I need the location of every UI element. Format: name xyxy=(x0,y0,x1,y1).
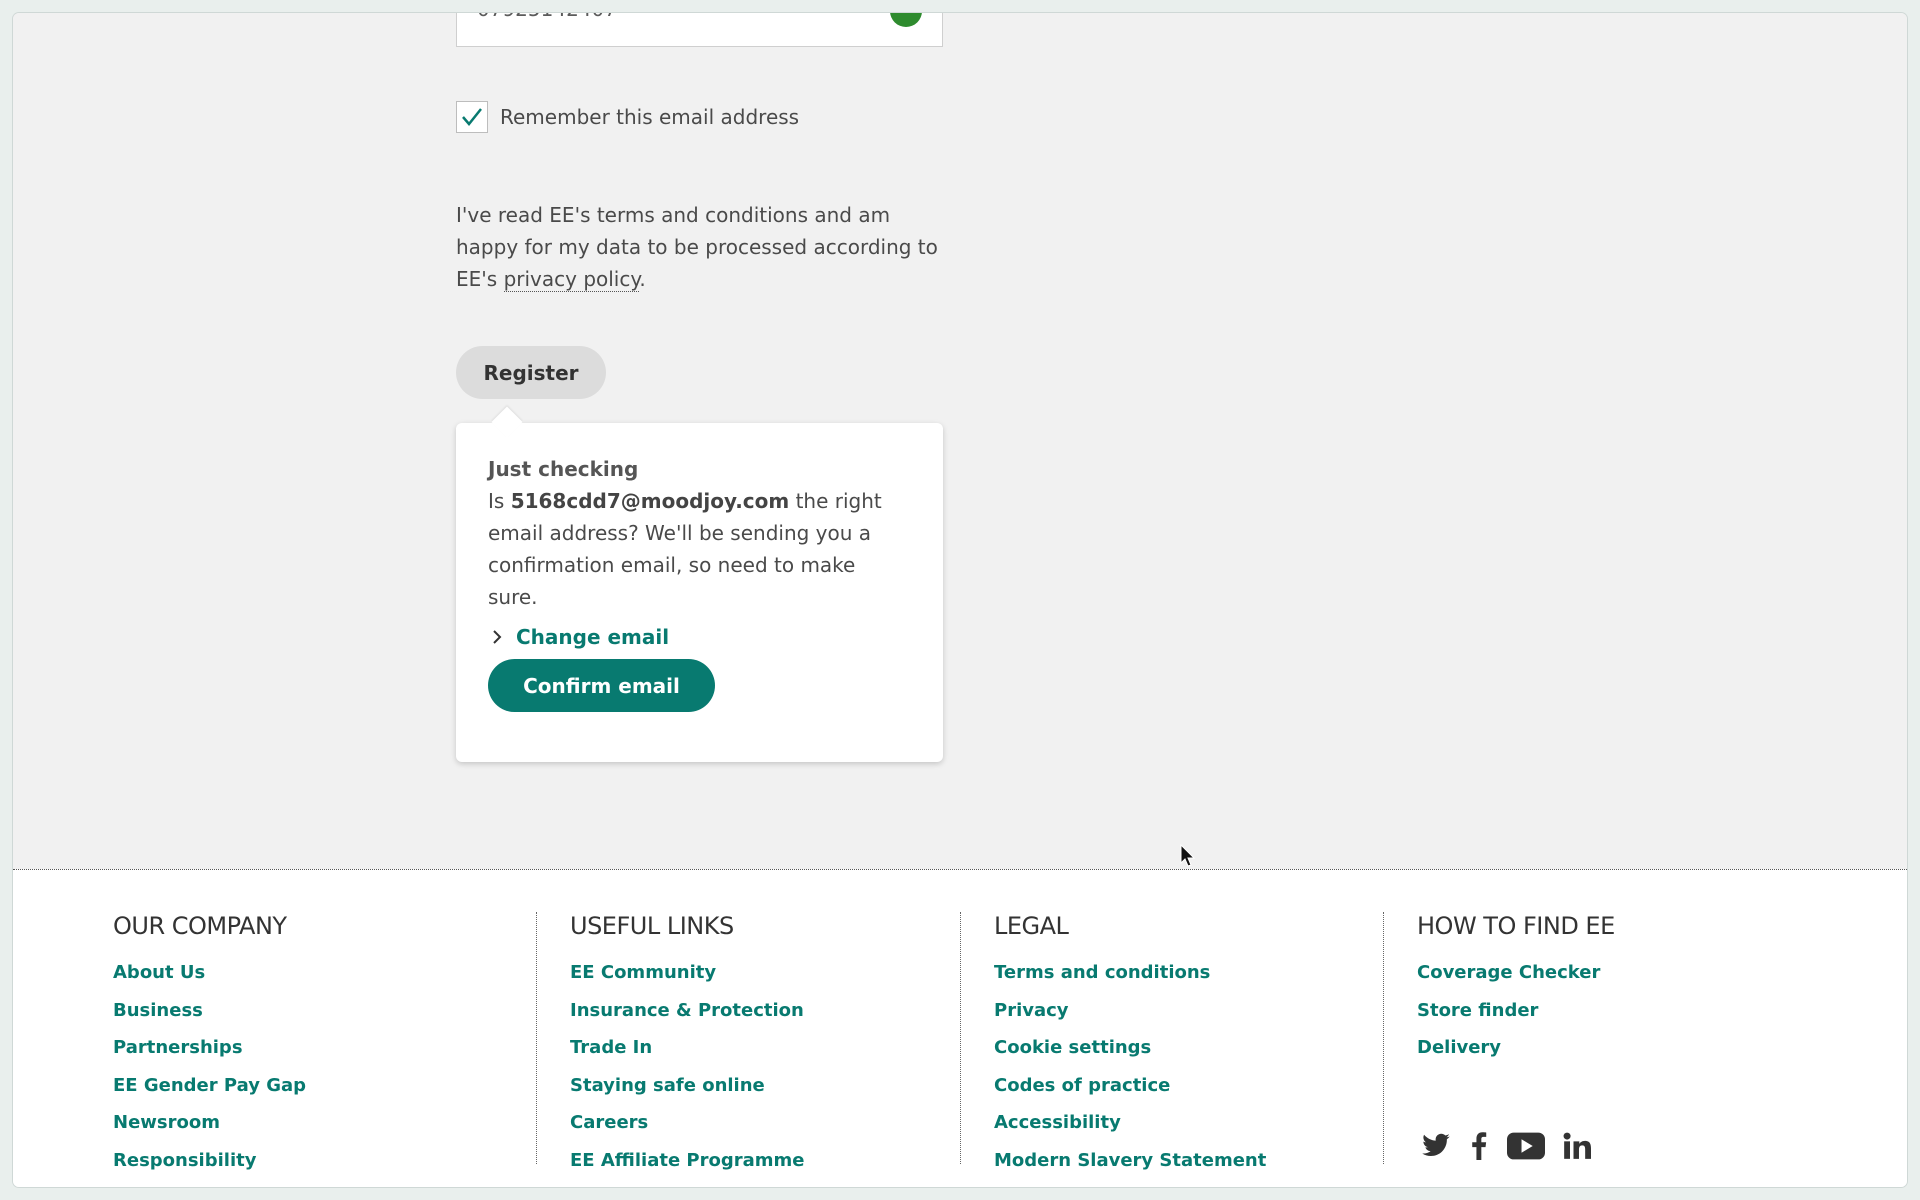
registration-form: 07925142407 Remember this email address … xyxy=(13,13,1907,869)
footer-link-codes-of-practice[interactable]: Codes of practice xyxy=(994,1067,1266,1105)
social-links xyxy=(1421,1132,1591,1160)
terms-end: . xyxy=(639,267,646,291)
chevron-right-icon xyxy=(493,630,502,644)
footer-link-ee-community[interactable]: EE Community xyxy=(570,954,805,992)
twitter-icon[interactable] xyxy=(1421,1133,1451,1159)
popover-email: 5168cdd7@moodjoy.com xyxy=(510,489,790,513)
footer-link-newsroom[interactable]: Newsroom xyxy=(113,1104,306,1142)
footer-link-about-us[interactable]: About Us xyxy=(113,954,306,992)
footer-heading: LEGAL xyxy=(994,912,1069,940)
footer-heading: USEFUL LINKS xyxy=(570,912,734,940)
confirm-email-button[interactable]: Confirm email xyxy=(488,659,715,712)
checkmark-icon xyxy=(462,108,482,126)
mouse-cursor-icon xyxy=(1180,844,1196,867)
footer-link-partnerships[interactable]: Partnerships xyxy=(113,1029,306,1067)
footer-link-affiliate[interactable]: EE Affiliate Programme xyxy=(570,1142,805,1180)
phone-number-value: 07925142407 xyxy=(477,13,617,21)
footer-link-delivery[interactable]: Delivery xyxy=(1417,1029,1615,1067)
privacy-policy-link[interactable]: privacy policy xyxy=(503,267,640,292)
footer-link-accessibility[interactable]: Accessibility xyxy=(994,1104,1266,1142)
footer-column-our-company: OUR COMPANY About Us Business Partnershi… xyxy=(113,912,306,1171)
email-confirmation-popover: Just checking Is 5168cdd7@moodjoy.com th… xyxy=(456,423,943,762)
change-email-link[interactable]: Change email xyxy=(488,625,911,649)
linkedin-icon[interactable] xyxy=(1563,1132,1591,1160)
remember-email-row[interactable]: Remember this email address xyxy=(456,101,799,133)
footer-link-gender-pay-gap[interactable]: EE Gender Pay Gap xyxy=(113,1067,306,1105)
footer-link-privacy[interactable]: Privacy xyxy=(994,992,1266,1030)
footer-link-business[interactable]: Business xyxy=(113,992,306,1030)
remember-email-label: Remember this email address xyxy=(500,105,800,129)
browser-window: 07925142407 Remember this email address … xyxy=(13,13,1907,1187)
register-button[interactable]: Register xyxy=(456,346,606,399)
popover-message: Is 5168cdd7@moodjoy.com the right email … xyxy=(488,485,911,613)
footer-link-store-finder[interactable]: Store finder xyxy=(1417,992,1615,1030)
footer-link-responsibility[interactable]: Responsibility xyxy=(113,1142,306,1180)
popover-title: Just checking xyxy=(488,457,639,481)
footer-heading: OUR COMPANY xyxy=(113,912,287,940)
footer-link-staying-safe[interactable]: Staying safe online xyxy=(570,1067,805,1105)
footer-heading: HOW TO FIND EE xyxy=(1417,912,1615,940)
terms-statement: I've read EE's terms and conditions and … xyxy=(456,199,956,295)
youtube-icon[interactable] xyxy=(1507,1132,1545,1160)
footer-link-cookie-settings[interactable]: Cookie settings xyxy=(994,1029,1266,1067)
footer-link-insurance[interactable]: Insurance & Protection xyxy=(570,992,805,1030)
popover-message-prefix: Is xyxy=(488,489,511,513)
footer-column-how-to-find-ee: HOW TO FIND EE Coverage Checker Store fi… xyxy=(1383,912,1615,1164)
valid-check-icon xyxy=(890,13,922,27)
remember-email-checkbox[interactable] xyxy=(456,101,488,133)
footer-link-careers[interactable]: Careers xyxy=(570,1104,805,1142)
change-email-label: Change email xyxy=(516,625,670,649)
footer-link-trade-in[interactable]: Trade In xyxy=(570,1029,805,1067)
footer-link-terms[interactable]: Terms and conditions xyxy=(994,954,1266,992)
facebook-icon[interactable] xyxy=(1469,1132,1489,1160)
footer-link-coverage-checker[interactable]: Coverage Checker xyxy=(1417,954,1615,992)
site-footer: OUR COMPANY About Us Business Partnershi… xyxy=(13,869,1907,1187)
footer-link-modern-slavery[interactable]: Modern Slavery Statement xyxy=(994,1142,1266,1180)
phone-number-input[interactable]: 07925142407 xyxy=(456,13,943,47)
footer-column-useful-links: USEFUL LINKS EE Community Insurance & Pr… xyxy=(536,912,805,1171)
footer-column-legal: LEGAL Terms and conditions Privacy Cooki… xyxy=(960,912,1266,1171)
